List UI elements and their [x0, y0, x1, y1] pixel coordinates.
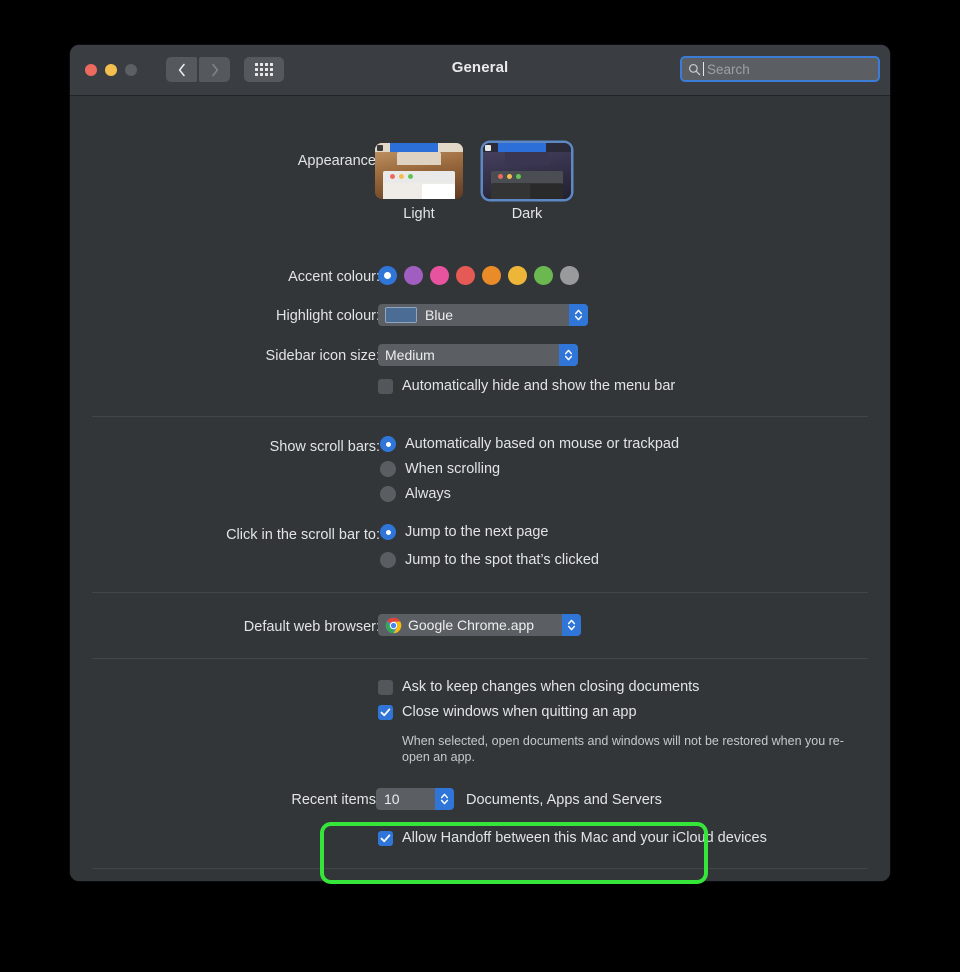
highlight-colour-value: Blue — [425, 307, 454, 323]
radio-auto-scrollbars-label: Automatically based on mouse or trackpad — [405, 436, 680, 452]
stepper-chevrons-icon[interactable] — [435, 788, 454, 810]
accent-swatch-pink[interactable] — [430, 266, 449, 285]
recent-items-stepper[interactable]: 10 — [376, 788, 454, 810]
thumb-traffic-lights — [390, 174, 413, 179]
radio-auto-scrollbars[interactable] — [380, 436, 396, 452]
text-cursor — [703, 62, 704, 76]
auto-hide-menu-bar-checkbox[interactable] — [378, 378, 393, 394]
close-windows-row[interactable]: Close windows when quitting an app — [378, 704, 637, 720]
light-appearance-label: Light — [403, 206, 435, 222]
recent-items-value: 10 — [384, 791, 400, 807]
checkmark-icon — [380, 708, 391, 716]
auto-hide-menu-bar-label: Automatically hide and show the menu bar — [402, 378, 676, 394]
screen: General Search Appearance: Light Dark Ac… — [0, 0, 960, 972]
dark-appearance-thumbnail[interactable] — [483, 143, 571, 199]
scroll-click-option-next-page[interactable]: Jump to the next page — [380, 524, 549, 540]
handoff-label: Allow Handoff between this Mac and your … — [402, 830, 767, 846]
appearance-option-dark[interactable]: Dark — [483, 143, 571, 222]
thumb-back-window — [397, 152, 441, 165]
radio-always[interactable] — [380, 486, 396, 502]
handoff-checkbox[interactable] — [378, 830, 393, 846]
accent-swatch-purple[interactable] — [404, 266, 423, 285]
accent-swatch-graphite[interactable] — [560, 266, 579, 285]
appearance-option-light[interactable]: Light — [375, 143, 463, 222]
close-windows-checkbox[interactable] — [378, 704, 393, 720]
ask-keep-changes-checkbox[interactable] — [378, 679, 393, 695]
auto-hide-menu-bar-row[interactable]: Automatically hide and show the menu bar — [378, 378, 675, 394]
thumb-window-pane — [530, 184, 563, 199]
thumb-window-pane — [422, 184, 455, 199]
popup-chevrons-icon[interactable] — [562, 614, 581, 636]
radio-jump-spot-clicked[interactable] — [380, 552, 396, 568]
ask-keep-changes-row[interactable]: Ask to keep changes when closing documen… — [378, 679, 699, 695]
dark-appearance-label: Dark — [511, 206, 543, 222]
radio-jump-spot-clicked-label: Jump to the spot that’s clicked — [405, 552, 599, 568]
accent-swatch-orange[interactable] — [482, 266, 501, 285]
default-browser-popup[interactable]: Google Chrome.app — [378, 614, 581, 636]
highlight-colour-swatch — [385, 307, 417, 323]
accent-colour-label: Accent colour: — [288, 269, 380, 285]
radio-jump-next-page[interactable] — [380, 524, 396, 540]
apple-logo-icon — [377, 144, 383, 151]
search-field[interactable]: Search — [680, 56, 880, 82]
google-chrome-icon — [385, 617, 402, 633]
system-preferences-window: General Search Appearance: Light Dark Ac… — [70, 45, 890, 881]
sidebar-icon-size-value: Medium — [385, 347, 435, 363]
radio-when-scrolling-label: When scrolling — [405, 461, 501, 477]
ask-keep-changes-label: Ask to keep changes when closing documen… — [402, 679, 700, 695]
close-windows-label: Close windows when quitting an app — [402, 704, 637, 720]
apple-logo-icon — [485, 144, 491, 151]
accent-colour-swatches — [378, 266, 579, 285]
chevron-updown-icon — [564, 349, 573, 361]
radio-always-label: Always — [405, 486, 451, 502]
sidebar-icon-size-label: Sidebar icon size: — [265, 348, 380, 364]
separator-3 — [92, 658, 868, 659]
recent-items-suffix: Documents, Apps and Servers — [466, 792, 662, 808]
popup-chevrons-icon[interactable] — [569, 304, 588, 326]
recent-items-label: Recent items: — [291, 792, 380, 808]
chevron-updown-icon — [567, 619, 576, 631]
close-windows-help-text: When selected, open documents and window… — [402, 734, 844, 764]
show-scroll-bars-label: Show scroll bars: — [269, 439, 380, 455]
chevron-updown-icon — [440, 793, 449, 805]
accent-swatch-red[interactable] — [456, 266, 475, 285]
thumb-menubar-highlight — [498, 143, 546, 152]
preferences-content: Appearance: Light Dark Accent colour: Hi… — [70, 96, 890, 881]
search-placeholder: Search — [707, 61, 750, 77]
search-icon — [688, 63, 701, 75]
scroll-bars-option-when-scrolling[interactable]: When scrolling — [380, 461, 500, 477]
separator-4 — [92, 868, 868, 869]
radio-when-scrolling[interactable] — [380, 461, 396, 477]
scroll-click-option-spot-clicked[interactable]: Jump to the spot that’s clicked — [380, 552, 599, 568]
default-browser-value: Google Chrome.app — [408, 617, 535, 633]
separator-1 — [92, 416, 868, 417]
chevron-updown-icon — [574, 309, 583, 321]
highlight-colour-popup[interactable]: Blue — [378, 304, 588, 326]
handoff-row[interactable]: Allow Handoff between this Mac and your … — [378, 830, 767, 846]
appearance-options: Light Dark — [375, 143, 571, 222]
thumb-back-window — [505, 152, 549, 165]
accent-swatch-green[interactable] — [534, 266, 553, 285]
accent-swatch-blue[interactable] — [378, 266, 397, 285]
radio-jump-next-page-label: Jump to the next page — [405, 524, 549, 540]
checkmark-icon — [380, 834, 391, 842]
highlight-colour-label: Highlight colour: — [276, 308, 380, 324]
scroll-bars-option-always[interactable]: Always — [380, 486, 451, 502]
accent-swatch-yellow[interactable] — [508, 266, 527, 285]
scroll-bar-click-label: Click in the scroll bar to: — [226, 527, 380, 543]
appearance-label: Appearance: — [297, 153, 380, 169]
light-appearance-thumbnail[interactable] — [375, 143, 463, 199]
sidebar-icon-size-popup[interactable]: Medium — [378, 344, 578, 366]
thumb-traffic-lights — [498, 174, 521, 179]
scroll-bars-option-auto[interactable]: Automatically based on mouse or trackpad — [380, 436, 679, 452]
thumb-menubar-highlight — [390, 143, 438, 152]
popup-chevrons-icon[interactable] — [559, 344, 578, 366]
separator-2 — [92, 592, 868, 593]
default-browser-label: Default web browser: — [243, 619, 380, 635]
window-toolbar: General Search — [70, 45, 890, 96]
